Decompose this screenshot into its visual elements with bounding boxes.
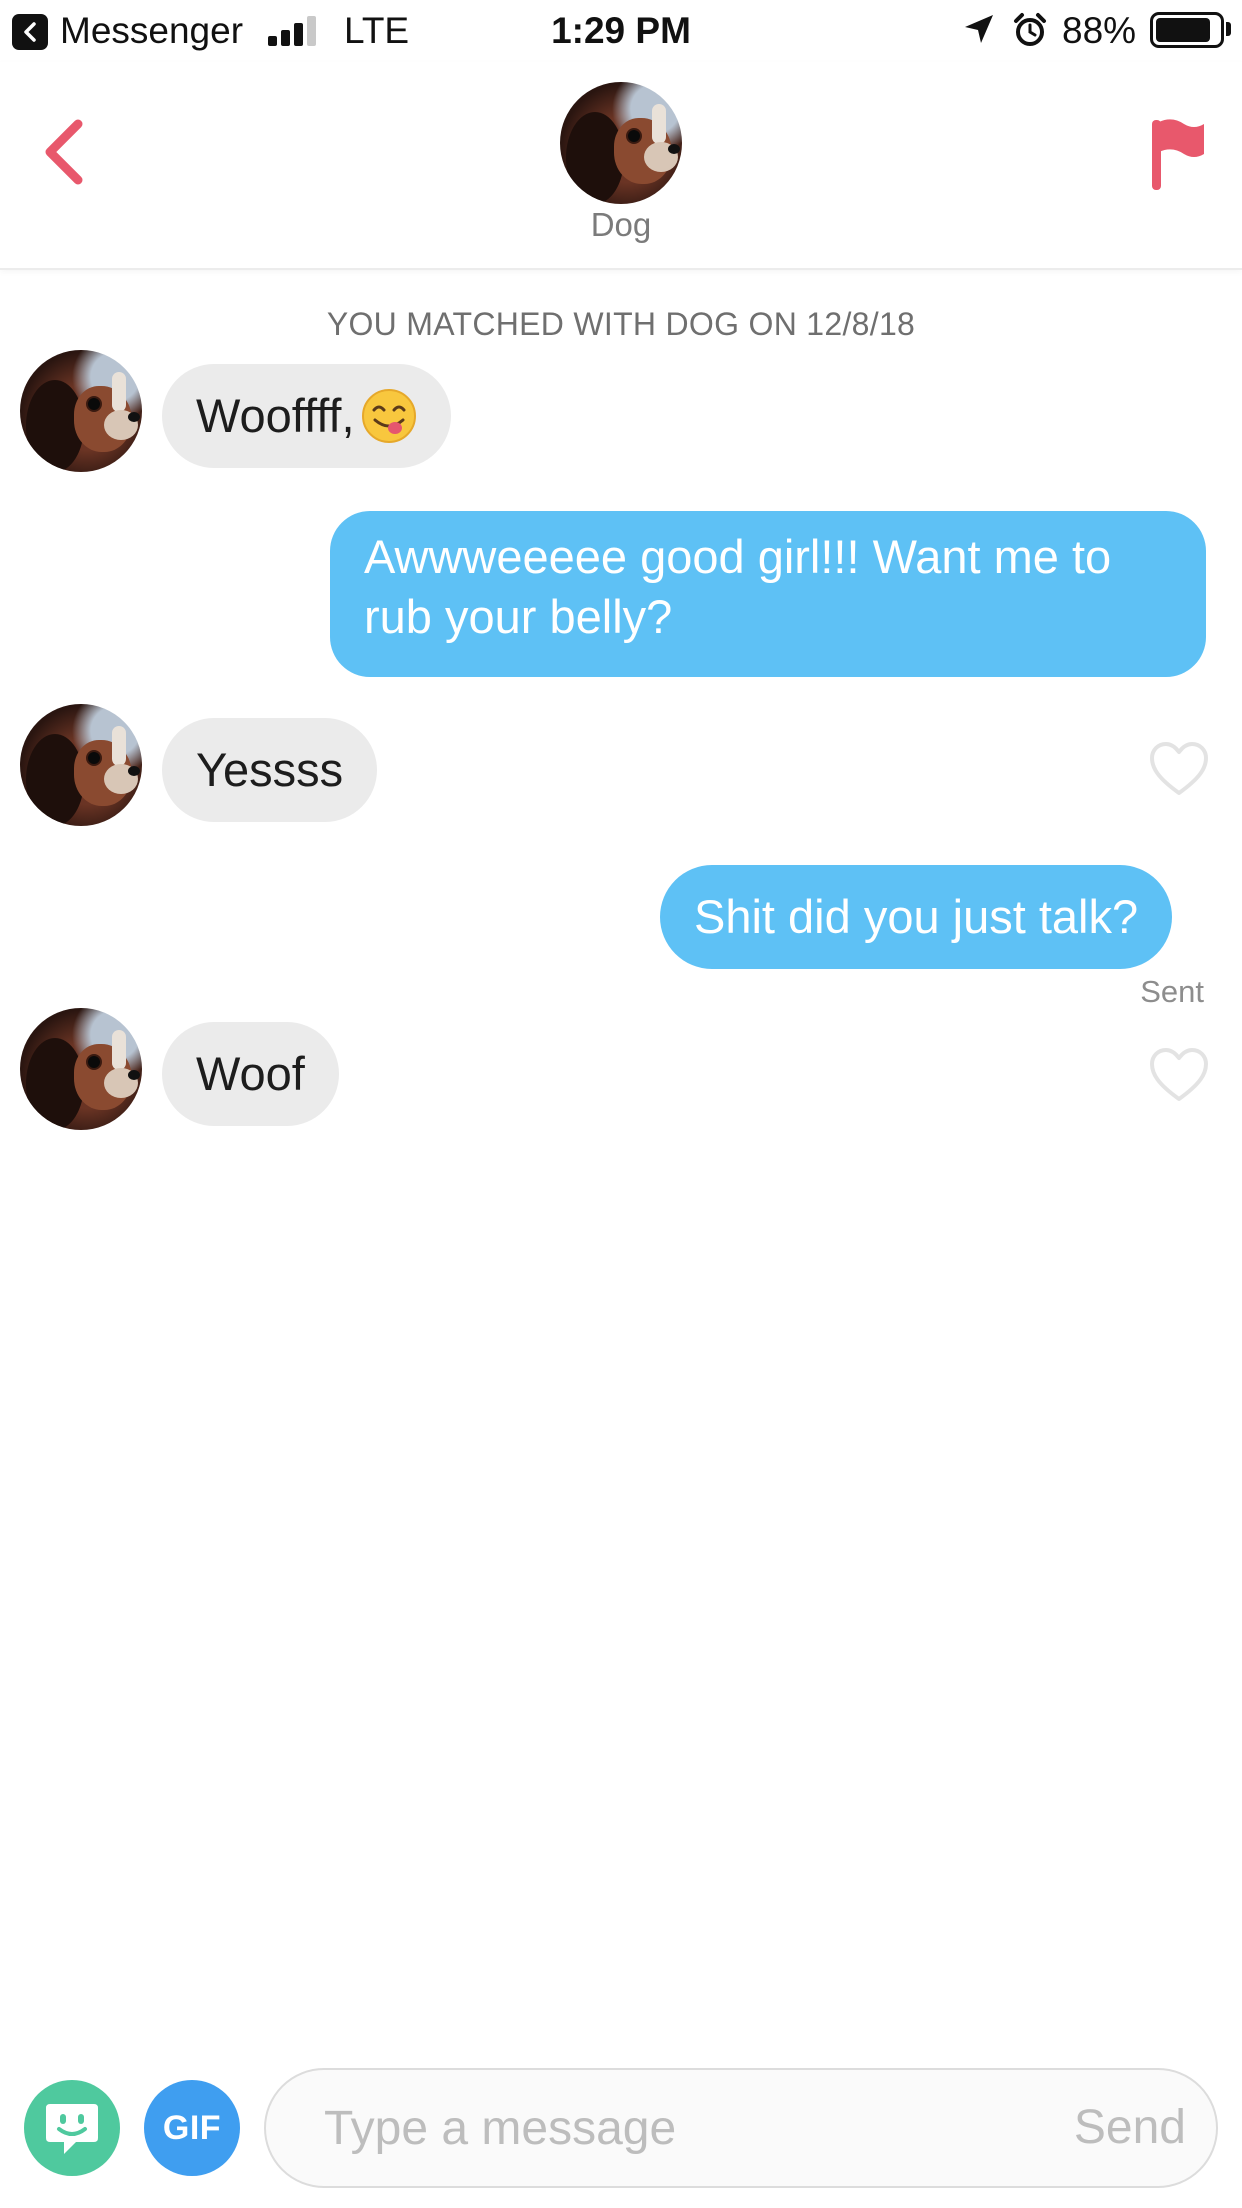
sticker-face-icon <box>46 2104 98 2154</box>
match-profile-avatar[interactable] <box>560 82 682 204</box>
status-bar: Messenger LTE 1:29 PM 88% <box>0 0 1242 62</box>
incoming-message-bubble[interactable]: Yessss <box>162 718 378 822</box>
outgoing-message-bubble[interactable]: Shit did you just talk? <box>660 865 1173 969</box>
message-composer: Send <box>264 2068 1218 2188</box>
message-text-line: rub your belly? <box>364 590 673 643</box>
chevron-left-icon <box>45 119 83 185</box>
clock: 1:29 PM <box>551 10 691 51</box>
battery-level-fill <box>1156 18 1210 42</box>
message-input[interactable] <box>324 2070 964 2186</box>
chat-header: Dog <box>0 62 1242 270</box>
alarm-icon <box>1014 13 1046 46</box>
incoming-message-bubble[interactable]: Woof <box>162 1022 339 1126</box>
avatar <box>20 1008 142 1130</box>
message-text: Yessss <box>196 743 344 796</box>
flag-icon <box>1152 119 1204 190</box>
report-button[interactable] <box>1142 110 1212 194</box>
message-text-line: Awwweeeee good girl!!! Want me to <box>364 530 1112 583</box>
sender-avatar[interactable] <box>20 1008 142 1130</box>
sticker-button[interactable] <box>24 2080 120 2176</box>
battery-cap <box>1226 22 1231 36</box>
send-button[interactable]: Send <box>1074 2070 1186 2186</box>
avatar <box>560 82 682 204</box>
message-text: Woof <box>196 1047 305 1100</box>
message-text: Shit did you just talk? <box>694 890 1139 943</box>
heart-outline-icon[interactable] <box>1148 740 1210 798</box>
location-icon <box>965 15 993 43</box>
avatar <box>20 350 142 472</box>
battery-icon <box>1150 12 1224 48</box>
incoming-message-bubble[interactable]: Wooffff, <box>162 364 451 468</box>
back-button[interactable] <box>34 110 98 194</box>
match-name[interactable]: Dog <box>0 206 1242 244</box>
message-text: Wooffff, <box>196 389 355 442</box>
face-savoring-food-emoji <box>361 388 416 443</box>
gif-button[interactable]: GIF <box>144 2080 240 2176</box>
avatar <box>20 704 142 826</box>
sender-avatar[interactable] <box>20 704 142 826</box>
heart-outline-icon[interactable] <box>1148 1046 1210 1104</box>
sent-status: Sent <box>1140 974 1204 1009</box>
match-date-banner: YOU MATCHED WITH DOG ON 12/8/18 <box>326 306 916 342</box>
battery-percent: 88% <box>1062 10 1137 51</box>
sender-avatar[interactable] <box>20 350 142 472</box>
outgoing-message-bubble[interactable]: Awwweeeee good girl!!! Want me to rub yo… <box>330 511 1206 677</box>
